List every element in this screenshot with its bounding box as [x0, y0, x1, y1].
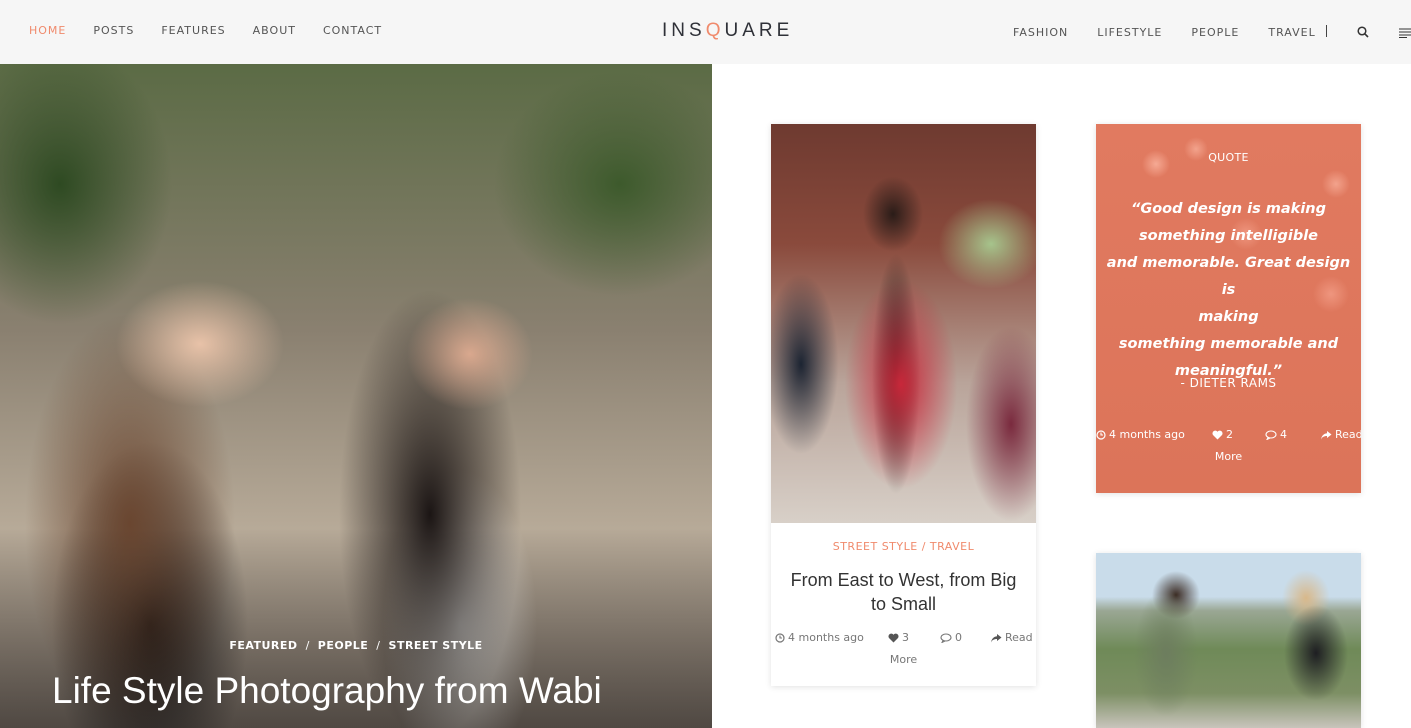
heart-icon	[1212, 430, 1223, 439]
comment-icon	[1265, 429, 1277, 440]
nav-divider	[1326, 25, 1327, 37]
hero-category-people[interactable]: PEOPLE	[318, 639, 369, 652]
like-button[interactable]: 2	[1212, 428, 1233, 441]
search-icon[interactable]	[1357, 26, 1369, 38]
hero-title[interactable]: Life Style Photography from Wabi	[52, 670, 602, 712]
post-categories[interactable]: STREET STYLE / TRAVEL	[771, 540, 1036, 553]
nav-lifestyle[interactable]: LIFESTYLE	[1097, 26, 1162, 39]
category-separator: /	[376, 639, 381, 652]
post-image[interactable]	[771, 124, 1036, 523]
heart-icon	[888, 633, 899, 642]
site-header: HOME POSTS FEATURES ABOUT CONTACT INSQUA…	[0, 0, 1411, 64]
clock-icon	[1096, 429, 1106, 440]
hero-categories: FEATURED / PEOPLE / STREET STYLE	[0, 639, 712, 652]
nav-fashion[interactable]: FASHION	[1013, 26, 1068, 39]
comments-link[interactable]: 0	[940, 631, 962, 644]
post-date: 4 months ago	[1096, 428, 1185, 441]
logo-suffix: UARE	[724, 20, 794, 41]
hero-category-street-style[interactable]: STREET STYLE	[389, 639, 483, 652]
featured-post[interactable]: FEATURED / PEOPLE / STREET STYLE Life Style …	[0, 64, 712, 728]
read-more-link-continued[interactable]: More	[1096, 450, 1361, 463]
menu-icon[interactable]	[1399, 28, 1411, 38]
site-logo[interactable]: INSQUARE	[662, 20, 793, 42]
read-more-link-continued[interactable]: More	[771, 653, 1036, 666]
share-arrow-icon	[991, 633, 1002, 642]
category-separator: /	[305, 639, 310, 652]
nav-posts[interactable]: POSTS	[93, 24, 134, 37]
post-card: STREET STYLE / TRAVEL From East to West,…	[771, 124, 1036, 686]
nav-travel[interactable]: TRAVEL	[1268, 26, 1315, 39]
quote-card: QUOTE “Good design is making something i…	[1096, 124, 1361, 493]
post-title[interactable]: From East to West, from Big to Small	[781, 568, 1026, 616]
logo-prefix: INS	[662, 20, 706, 41]
hero-category-featured[interactable]: FEATURED	[229, 639, 297, 652]
read-more-link[interactable]: Read	[1320, 428, 1361, 441]
nav-features[interactable]: FEATURES	[161, 24, 225, 37]
image-post-card[interactable]	[1096, 553, 1361, 728]
read-more-link[interactable]: Read	[990, 631, 1033, 644]
nav-home[interactable]: HOME	[29, 24, 66, 37]
comments-link[interactable]: 4	[1265, 428, 1287, 441]
nav-people[interactable]: PEOPLE	[1191, 26, 1239, 39]
share-arrow-icon	[1321, 430, 1332, 439]
quote-author: - DIETER RAMS	[1180, 376, 1277, 390]
comment-icon	[940, 632, 952, 643]
clock-icon	[775, 632, 785, 643]
logo-accent: Q	[705, 20, 725, 41]
quote-text: “Good design is making something intelli…	[1106, 201, 1351, 379]
category-nav: FASHION LIFESTYLE PEOPLE TRAVEL	[1013, 26, 1345, 39]
nav-about[interactable]: ABOUT	[253, 24, 296, 37]
post-date: 4 months ago	[775, 631, 864, 644]
nav-contact[interactable]: CONTACT	[323, 24, 382, 37]
quote-label[interactable]: QUOTE	[1096, 151, 1361, 164]
main-nav: HOME POSTS FEATURES ABOUT CONTACT	[29, 24, 409, 37]
like-button[interactable]: 3	[888, 631, 909, 644]
